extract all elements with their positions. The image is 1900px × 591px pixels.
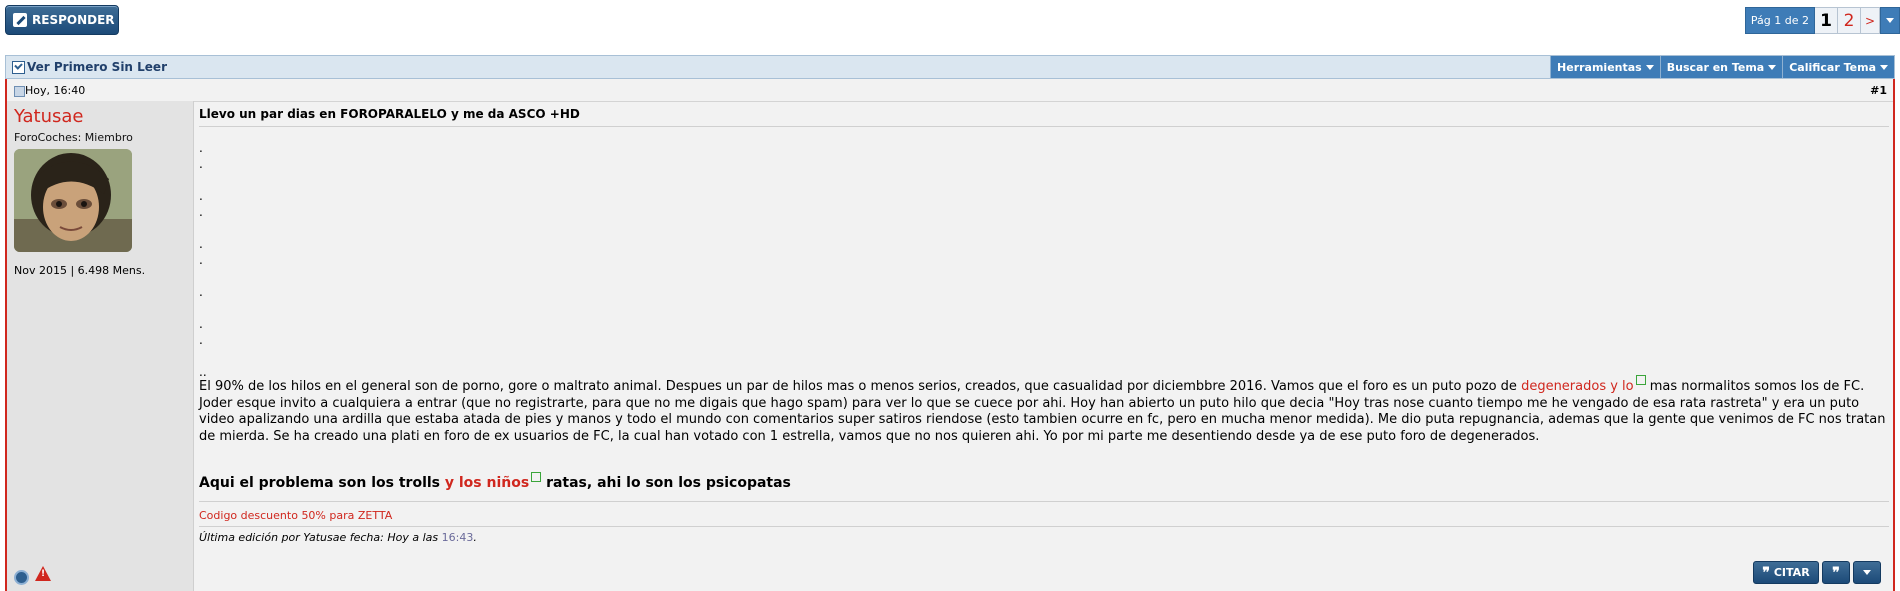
dot-line: . <box>199 285 203 299</box>
highlight-part: Aqui el problema son los trolls <box>199 475 440 491</box>
dot-line: . <box>199 253 203 267</box>
dot-line: . <box>199 141 203 155</box>
user-stats: Nov 2015 | 6.498 Mens. <box>14 264 146 277</box>
body-text: El 90% de los hilos en el general son de… <box>199 379 1522 394</box>
search-thread-label: Buscar en Tema <box>1666 60 1765 74</box>
chevron-down-icon <box>1886 18 1894 23</box>
signature-link[interactable]: Codigo descuento 50% para ZETTA <box>199 509 392 522</box>
edit-note: Última edición por Yatusae fecha: Hoy a … <box>199 531 477 544</box>
quote-icon: ❞ <box>1832 564 1840 581</box>
tools-menu[interactable]: Herramientas <box>1550 56 1660 78</box>
external-link-icon <box>1635 375 1646 385</box>
dot-line: . <box>199 237 203 251</box>
highlight-link[interactable]: y los niños <box>440 475 529 491</box>
dot-line: .. <box>199 365 207 379</box>
quick-reply-button[interactable] <box>1853 561 1881 584</box>
dot-line: . <box>199 189 203 203</box>
report-icon[interactable] <box>35 566 51 581</box>
dot-line: . <box>199 157 203 171</box>
search-thread-menu[interactable]: Buscar en Tema <box>1659 56 1783 78</box>
chevron-down-icon <box>1863 570 1871 575</box>
post: Hoy, 16:40 #1 Yatusae ForoCoches: Miembr… <box>5 79 1895 591</box>
pagination-dropdown[interactable] <box>1880 7 1900 34</box>
page-1: 1 <box>1815 7 1838 34</box>
chevron-down-icon <box>1880 64 1888 70</box>
edit-suffix: . <box>473 531 477 544</box>
edit-prefix: Última edición por Yatusae fecha: Hoy a … <box>199 531 442 544</box>
post-number-link[interactable]: #1 <box>1870 84 1887 97</box>
user-title: ForoCoches: Miembro <box>14 131 133 144</box>
divider <box>199 126 1889 127</box>
reply-label: RESPONDER <box>32 13 115 27</box>
post-title: Llevo un par dias en FOROPARALELO y me d… <box>199 107 580 121</box>
body-link[interactable]: degenerados y lo <box>1521 379 1634 394</box>
first-unread-link[interactable]: Ver Primero Sin Leer <box>27 60 167 74</box>
page-2-link[interactable]: 2 <box>1838 7 1861 34</box>
reply-button[interactable]: RESPONDER <box>5 5 119 35</box>
username-link[interactable]: Yatusae <box>14 106 84 127</box>
page-info: Pág 1 de 2 <box>1744 7 1815 34</box>
chevron-down-icon <box>1645 64 1654 70</box>
divider <box>199 526 1889 527</box>
thread-toolbar: Ver Primero Sin Leer Herramientas Buscar… <box>5 55 1895 79</box>
dot-line: . <box>199 317 203 331</box>
pagination: Pág 1 de 2 1 2 > <box>1744 7 1900 34</box>
pencil-icon <box>13 13 27 27</box>
next-page-link[interactable]: > <box>1861 7 1880 34</box>
avatar[interactable] <box>14 149 132 252</box>
dot-line: . <box>199 205 203 219</box>
highlight-part: ratas, ahi lo son los psicopatas <box>546 475 791 491</box>
post-icon <box>14 86 25 97</box>
external-link-icon <box>531 472 542 482</box>
rate-thread-label: Calificar Tema <box>1789 60 1876 74</box>
dot-line: . <box>199 333 203 347</box>
chevron-down-icon <box>1768 64 1777 70</box>
edit-time: 16:43 <box>441 531 474 544</box>
quote-label: CITAR <box>1773 566 1810 579</box>
post-body: El 90% de los hilos en el general son de… <box>199 375 1889 445</box>
multiquote-button[interactable]: ❞ <box>1822 561 1850 584</box>
post-date: Hoy, 16:40 <box>25 84 86 97</box>
tools-menu-label: Herramientas <box>1557 60 1642 74</box>
checkbox-icon <box>12 61 25 74</box>
quote-button[interactable]: ❞ CITAR <box>1753 561 1819 584</box>
user-info: Yatusae ForoCoches: Miembro Nov 2015 | 6… <box>7 101 194 591</box>
highlight-text: Aqui el problema son los trolls y los ni… <box>199 472 791 491</box>
quote-icon: ❞ <box>1762 564 1770 581</box>
post-header: Hoy, 16:40 #1 <box>7 79 1893 102</box>
divider <box>199 501 1889 502</box>
online-status-icon <box>14 570 29 585</box>
rate-thread-menu[interactable]: Calificar Tema <box>1782 56 1894 78</box>
